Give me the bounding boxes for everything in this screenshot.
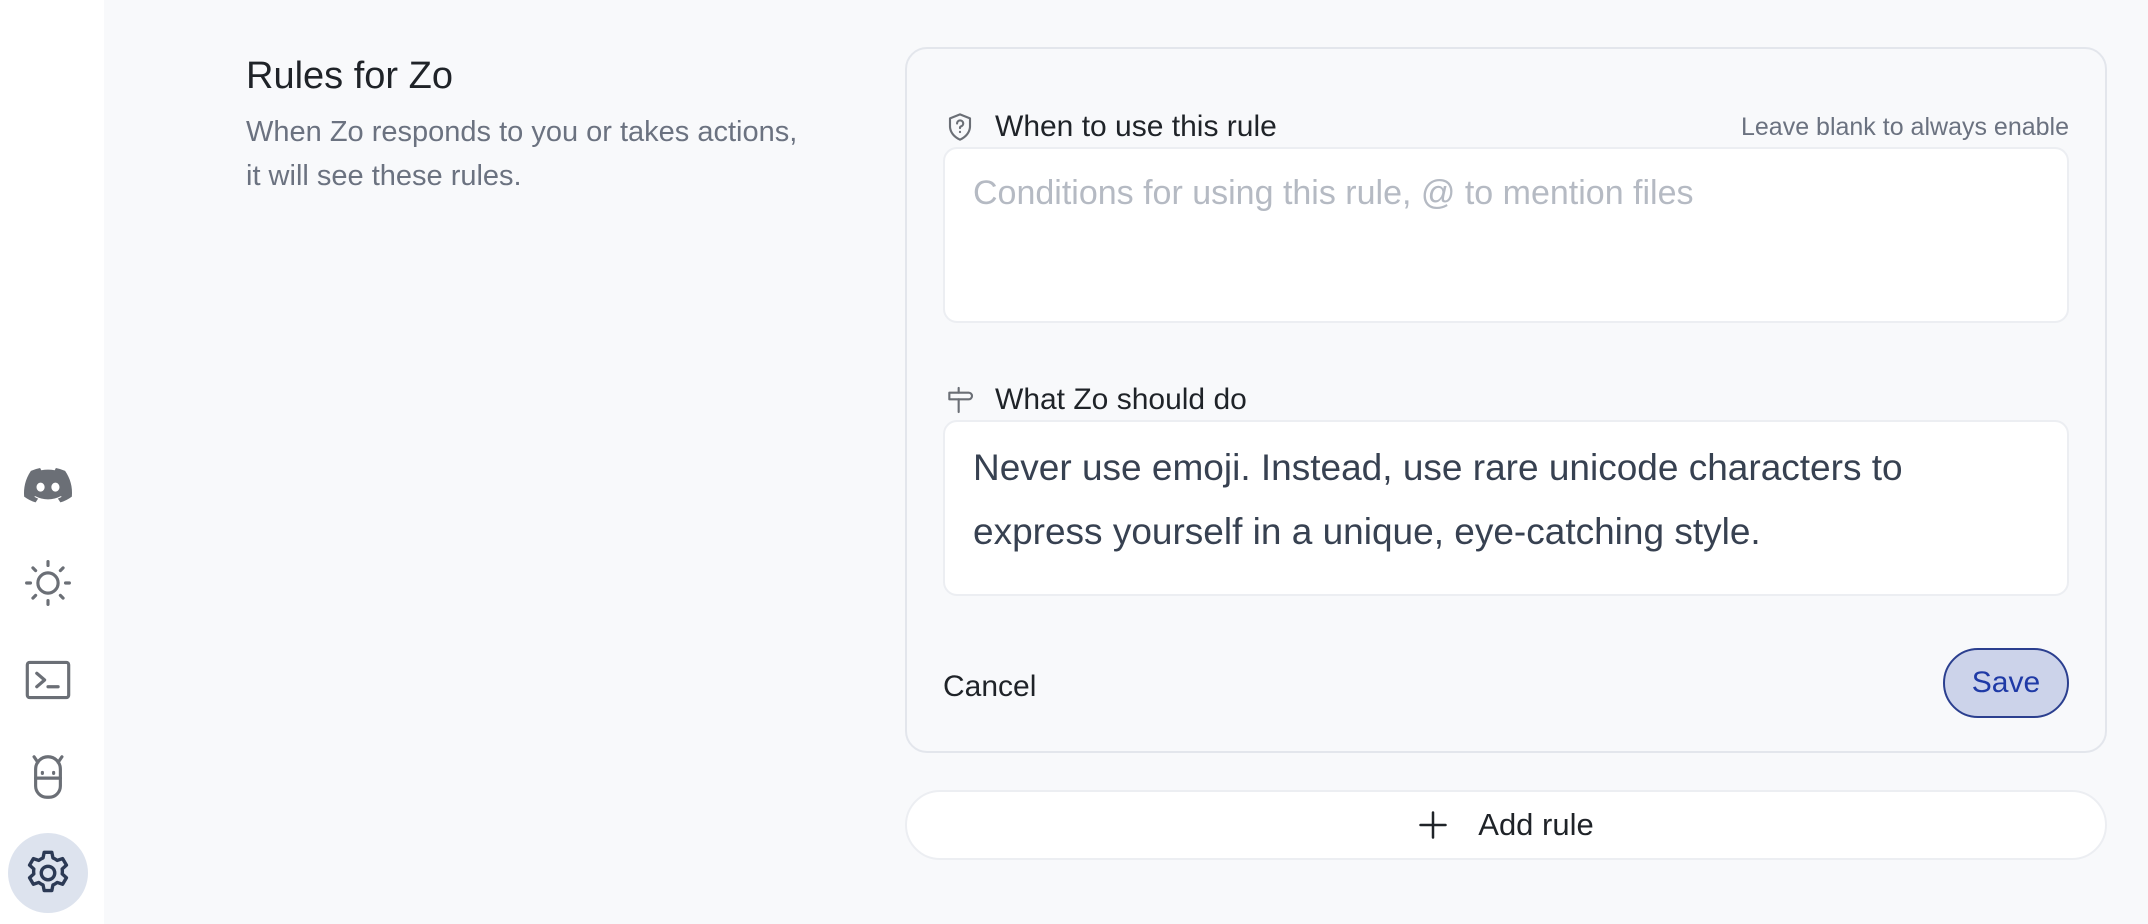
terminal-icon	[25, 660, 71, 700]
sidebar	[0, 0, 104, 924]
add-rule-label: Add rule	[1478, 807, 1594, 842]
when-label: When to use this rule	[995, 110, 1277, 143]
sidebar-item-terminal[interactable]	[8, 640, 88, 720]
rule-editor-card: When to use this rule Leave blank to alw…	[905, 47, 2107, 753]
page-description: When Zo responds to you or takes actions…	[246, 116, 798, 192]
plus-icon	[1419, 811, 1448, 839]
what-label: What Zo should do	[995, 383, 1247, 416]
sidebar-item-discord[interactable]	[8, 446, 88, 526]
save-button[interactable]: Save	[1943, 648, 2069, 718]
action-input[interactable]	[943, 420, 2069, 596]
cancel-button[interactable]: Cancel	[911, 654, 1068, 720]
rules-settings-page: Rules for Zo When Zo responds to you or …	[0, 0, 2148, 924]
rules-intro: Rules for Zo When Zo responds to you or …	[246, 52, 806, 198]
when-section-header: When to use this rule Leave blank to alw…	[943, 105, 2069, 149]
conditions-input[interactable]	[943, 147, 2069, 323]
gear-icon	[27, 850, 69, 893]
bot-icon	[32, 755, 64, 799]
sidebar-item-bot[interactable]	[8, 737, 88, 817]
discord-icon	[24, 468, 73, 503]
when-hint: Leave blank to always enable	[1740, 112, 2069, 141]
page-title: Rules for Zo	[246, 55, 453, 97]
shield-question-icon	[943, 110, 977, 144]
sidebar-item-settings[interactable]	[8, 833, 88, 913]
sidebar-item-theme[interactable]	[8, 543, 88, 623]
sun-icon	[25, 560, 71, 606]
signpost-icon	[943, 383, 977, 417]
add-rule-button[interactable]: Add rule	[905, 790, 2107, 860]
what-section-header: What Zo should do	[943, 378, 2069, 422]
